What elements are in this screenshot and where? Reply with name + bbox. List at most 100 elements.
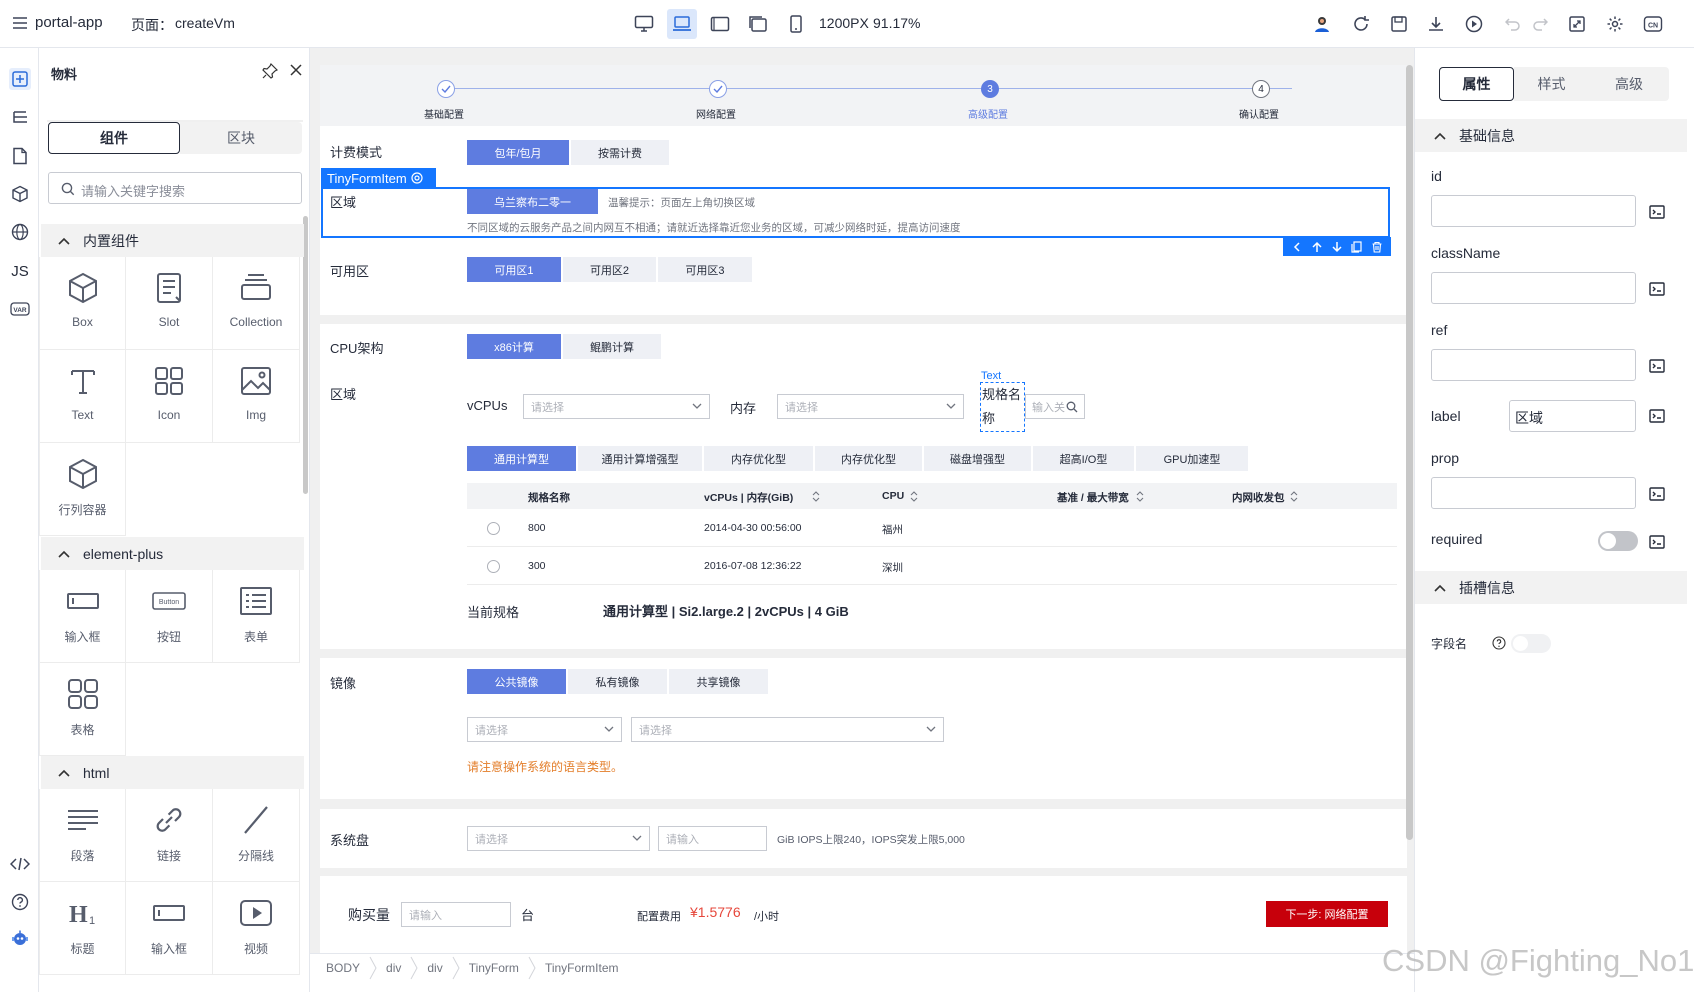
image-os-select[interactable]: 请选择 bbox=[467, 717, 622, 742]
bind-variable-icon[interactable] bbox=[1648, 407, 1666, 425]
section-basic-header[interactable]: 基础信息 bbox=[1415, 119, 1687, 152]
sort-icon[interactable] bbox=[1136, 491, 1144, 502]
component-table[interactable]: 表格 bbox=[39, 663, 126, 756]
add-component-icon[interactable] bbox=[9, 68, 31, 90]
component-settings-icon[interactable] bbox=[411, 172, 423, 184]
undo-icon[interactable] bbox=[1502, 13, 1524, 35]
app-name[interactable]: portal-app bbox=[35, 14, 103, 31]
settings-icon[interactable] bbox=[1604, 13, 1626, 35]
disk-type-select[interactable]: 请选择 bbox=[467, 826, 650, 851]
breadcrumb-item[interactable]: TinyForm bbox=[460, 961, 528, 975]
prop-input-classname[interactable] bbox=[1431, 272, 1636, 304]
menu-icon[interactable] bbox=[12, 16, 28, 30]
billing-option-yearly[interactable]: 包年/包月 bbox=[467, 140, 569, 165]
robot-assistant-icon[interactable] bbox=[9, 927, 31, 949]
viewport-width[interactable]: 1200PX bbox=[819, 15, 869, 31]
component-video[interactable]: 视频 bbox=[213, 882, 300, 975]
component-divider[interactable]: 分隔线 bbox=[213, 789, 300, 882]
page-file-icon[interactable] bbox=[9, 145, 31, 167]
component-paragraph[interactable]: 段落 bbox=[39, 789, 126, 882]
materials-scrollbar[interactable] bbox=[303, 216, 308, 494]
breadcrumb-item[interactable]: div bbox=[377, 961, 410, 975]
move-down-icon[interactable] bbox=[1331, 241, 1343, 253]
component-text[interactable]: Text bbox=[39, 350, 126, 443]
tab-blocks[interactable]: 区块 bbox=[180, 122, 302, 154]
component-input[interactable]: 输入框 bbox=[39, 570, 126, 663]
spec-type-tab[interactable]: 通用计算型 bbox=[467, 446, 576, 471]
tab-components[interactable]: 组件 bbox=[48, 122, 180, 154]
globe-icon[interactable] bbox=[9, 221, 31, 243]
breadcrumb-item[interactable]: BODY bbox=[310, 961, 369, 975]
bind-variable-icon[interactable] bbox=[1648, 280, 1666, 298]
component-heading[interactable]: H1 标题 bbox=[39, 882, 126, 975]
select-parent-icon[interactable] bbox=[1291, 241, 1303, 253]
component-img[interactable]: Img bbox=[213, 350, 300, 443]
bind-variable-icon[interactable] bbox=[1648, 357, 1666, 375]
component-html-input[interactable]: 输入框 bbox=[126, 882, 213, 975]
close-panel-icon[interactable] bbox=[289, 63, 303, 77]
component-row-col-container[interactable]: 行列容器 bbox=[39, 443, 126, 536]
redo-icon[interactable] bbox=[1529, 13, 1551, 35]
spec-type-tab[interactable]: 内存优化型 bbox=[815, 446, 922, 471]
block-cube-icon[interactable] bbox=[9, 183, 31, 205]
text-component-tag[interactable]: Text bbox=[981, 370, 1001, 382]
next-step-button[interactable]: 下一步: 网络配置 bbox=[1266, 901, 1388, 927]
image-option-shared[interactable]: 共享镜像 bbox=[669, 669, 768, 694]
breadcrumb-item[interactable]: div bbox=[418, 961, 451, 975]
column-header[interactable]: 内网收发包 bbox=[1232, 490, 1285, 505]
prop-input-label[interactable]: 区域 bbox=[1509, 400, 1636, 432]
image-version-select[interactable]: 请选择 bbox=[631, 717, 944, 742]
variable-icon[interactable]: VAR bbox=[9, 298, 31, 320]
component-link[interactable]: 链接 bbox=[126, 789, 213, 882]
component-slot[interactable]: Slot bbox=[126, 257, 213, 350]
tablet-landscape-icon[interactable] bbox=[709, 13, 731, 35]
refresh-icon[interactable] bbox=[1350, 13, 1372, 35]
az-option-1[interactable]: 可用区1 bbox=[467, 257, 561, 282]
section-html-header[interactable]: html bbox=[41, 756, 304, 789]
zoom-level[interactable]: 91.17% bbox=[873, 15, 920, 31]
delete-icon[interactable] bbox=[1371, 241, 1383, 253]
qty-input[interactable]: 请输入 bbox=[401, 902, 511, 927]
search-input[interactable]: 请输入关键字搜索 bbox=[48, 172, 302, 204]
component-form[interactable]: 表单 bbox=[213, 570, 300, 663]
section-slot-header[interactable]: 插槽信息 bbox=[1415, 571, 1687, 604]
section-element-plus-header[interactable]: element-plus bbox=[41, 537, 304, 570]
bind-variable-icon[interactable] bbox=[1648, 203, 1666, 221]
az-option-2[interactable]: 可用区2 bbox=[563, 257, 656, 282]
component-box[interactable]: Box bbox=[39, 257, 126, 350]
column-header[interactable]: CPU bbox=[882, 490, 904, 502]
cpu-option-kunpeng[interactable]: 鲲鹏计算 bbox=[563, 334, 661, 359]
help-icon[interactable] bbox=[9, 891, 31, 913]
component-button[interactable]: Button 按钮 bbox=[126, 570, 213, 663]
user-avatar-icon[interactable] bbox=[1311, 13, 1333, 35]
component-collection[interactable]: Collection bbox=[213, 257, 300, 350]
spec-type-tab[interactable]: 超高I/O型 bbox=[1033, 446, 1134, 471]
language-cn-icon[interactable]: CN bbox=[1642, 13, 1664, 35]
save-icon[interactable] bbox=[1388, 13, 1410, 35]
bind-variable-icon[interactable] bbox=[1648, 485, 1666, 503]
tab-advanced[interactable]: 高级 bbox=[1589, 67, 1669, 101]
prop-input-ref[interactable] bbox=[1431, 349, 1636, 381]
canvas-scrollbar[interactable] bbox=[1406, 65, 1413, 840]
disk-size-input[interactable]: 请输入 bbox=[658, 826, 767, 851]
js-icon[interactable]: JS bbox=[9, 260, 31, 282]
tab-properties[interactable]: 属性 bbox=[1439, 67, 1514, 101]
copy-icon[interactable] bbox=[1351, 240, 1363, 253]
spec-type-tab[interactable]: 磁盘增强型 bbox=[924, 446, 1031, 471]
bind-variable-icon[interactable] bbox=[1648, 533, 1666, 551]
spec-type-tab[interactable]: 通用计算增强型 bbox=[578, 446, 702, 471]
page-name[interactable]: createVm bbox=[175, 15, 235, 31]
sort-icon[interactable] bbox=[1290, 491, 1298, 502]
source-code-icon[interactable] bbox=[9, 853, 31, 875]
fullscreen-icon[interactable] bbox=[1566, 13, 1588, 35]
spec-type-tab[interactable]: 内存优化型 bbox=[704, 446, 813, 471]
tab-styles[interactable]: 样式 bbox=[1514, 67, 1589, 101]
row-radio[interactable] bbox=[487, 522, 500, 535]
selected-component-tag[interactable]: TinyFormItem bbox=[321, 168, 436, 188]
slot-toggle[interactable] bbox=[1511, 634, 1551, 653]
az-option-3[interactable]: 可用区3 bbox=[658, 257, 752, 282]
table-row[interactable]: 800 2014-04-30 00:56:00 福州 bbox=[467, 509, 1397, 547]
help-circle-icon[interactable] bbox=[1492, 636, 1506, 650]
sort-icon[interactable] bbox=[812, 491, 820, 502]
required-toggle[interactable] bbox=[1598, 531, 1638, 551]
